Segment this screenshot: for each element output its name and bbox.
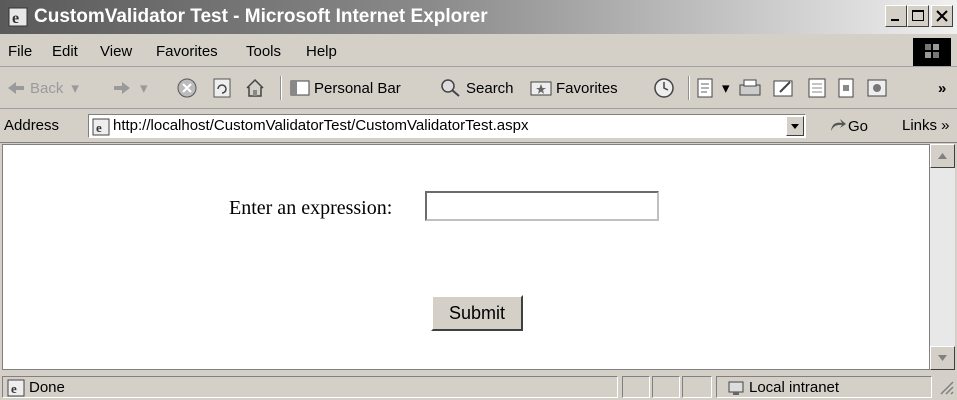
svg-text:e: e [96, 120, 102, 135]
minimize-icon [891, 19, 899, 21]
address-bar: Address e http://localhost/CustomValidat… [0, 110, 957, 143]
forward-button[interactable]: ▾ [112, 76, 148, 100]
related-button[interactable] [836, 76, 860, 100]
menu-view[interactable]: View [100, 43, 132, 60]
windows-flag-icon [925, 44, 939, 58]
stop-icon [177, 78, 197, 98]
search-icon [441, 79, 460, 97]
scroll-down-icon [938, 355, 947, 361]
status-bar: e Done Local intranet [0, 374, 957, 400]
favorites-button[interactable]: Favorites [530, 76, 618, 100]
menu-bar: File Edit View Favorites Tools Help [0, 36, 957, 67]
windows-logo-throbber [913, 38, 951, 66]
search-label: Search [466, 79, 514, 97]
back-dropdown-icon: ▾ [71, 80, 79, 97]
address-url: http://localhost/CustomValidatorTest/Cus… [113, 117, 529, 134]
go-arrow-icon [831, 119, 846, 131]
toolbar-chevron[interactable]: » [938, 76, 946, 100]
status-pane [622, 376, 650, 398]
search-button[interactable]: Search [440, 76, 514, 100]
mail-button[interactable]: ▾ [696, 76, 730, 100]
favorites-icon [530, 81, 552, 96]
menu-favorites[interactable]: Favorites [156, 43, 218, 60]
page-icon: e [92, 118, 110, 136]
standard-toolbar: Back ▾ ▾ Personal Bar Search Favorites ▾… [0, 68, 957, 109]
personal-bar-label: Personal Bar [314, 79, 401, 97]
discuss-icon [808, 78, 826, 98]
history-button[interactable] [652, 76, 680, 100]
refresh-icon [213, 78, 231, 98]
personal-bar-button[interactable]: Personal Bar [290, 76, 401, 100]
svg-text:e: e [11, 381, 17, 396]
svg-text:e: e [12, 10, 19, 27]
ie-logo-icon: e [8, 7, 28, 27]
submit-button[interactable]: Submit [431, 295, 523, 331]
home-button[interactable] [244, 76, 270, 100]
messenger-icon [867, 79, 887, 97]
security-zone[interactable]: Local intranet [716, 376, 932, 398]
history-icon [654, 78, 674, 98]
back-button[interactable]: Back ▾ [6, 76, 79, 100]
back-label: Back [30, 79, 64, 97]
zone-text: Local intranet [749, 379, 840, 396]
status-pane [682, 376, 712, 398]
vertical-scrollbar[interactable] [930, 144, 955, 370]
page-content: Enter an expression: Submit [2, 144, 930, 370]
go-label: Go [848, 117, 869, 135]
address-input[interactable]: e http://localhost/CustomValidatorTest/C… [88, 114, 806, 138]
intranet-icon [728, 381, 744, 395]
expression-prompt: Enter an expression: [229, 197, 393, 219]
personal-bar-icon [290, 80, 310, 96]
favorites-label: Favorites [556, 79, 618, 97]
forward-dropdown-icon: ▾ [140, 80, 148, 97]
close-button[interactable] [931, 5, 953, 27]
close-icon [936, 10, 948, 22]
resize-grip-icon[interactable] [937, 378, 955, 396]
home-icon [246, 78, 264, 97]
links-button[interactable]: Links » [902, 117, 950, 134]
back-arrow-icon [8, 82, 24, 94]
status-text: Done [29, 379, 65, 396]
chevron-down-icon [791, 124, 799, 129]
edit-icon [773, 80, 793, 97]
minimize-button[interactable] [885, 5, 907, 27]
browser-window: e CustomValidator Test - Microsoft Inter… [0, 0, 957, 400]
menu-tools[interactable]: Tools [246, 43, 281, 60]
title-bar[interactable]: e CustomValidator Test - Microsoft Inter… [0, 0, 957, 34]
go-button[interactable]: Go [828, 117, 868, 135]
status-pane [652, 376, 680, 398]
toolbar-separator [688, 76, 690, 100]
edit-button[interactable] [772, 76, 800, 100]
scroll-up-button[interactable] [930, 144, 955, 168]
status-message: e Done [2, 376, 618, 398]
stop-button[interactable] [176, 76, 202, 100]
mail-icon [697, 78, 713, 98]
maximize-button[interactable] [907, 5, 929, 27]
mail-dropdown-icon: ▾ [722, 80, 730, 97]
address-label: Address [4, 117, 60, 134]
expression-input[interactable] [425, 191, 659, 221]
scroll-down-button[interactable] [930, 346, 955, 370]
page-done-icon: e [7, 379, 25, 397]
maximize-icon [912, 10, 924, 21]
window-title: CustomValidator Test - Microsoft Interne… [34, 6, 488, 27]
toolbar-separator [280, 76, 282, 100]
scroll-up-icon [938, 153, 947, 159]
menu-help[interactable]: Help [306, 43, 337, 60]
messenger-button[interactable] [866, 76, 892, 100]
address-dropdown-button[interactable] [786, 116, 804, 136]
print-icon [739, 79, 761, 96]
menu-file[interactable]: File [8, 43, 32, 60]
print-button[interactable] [738, 76, 766, 100]
discuss-button[interactable] [806, 76, 832, 100]
forward-arrow-icon [114, 82, 130, 94]
refresh-button[interactable] [212, 76, 236, 100]
related-icon [838, 78, 854, 98]
menu-edit[interactable]: Edit [52, 43, 78, 60]
